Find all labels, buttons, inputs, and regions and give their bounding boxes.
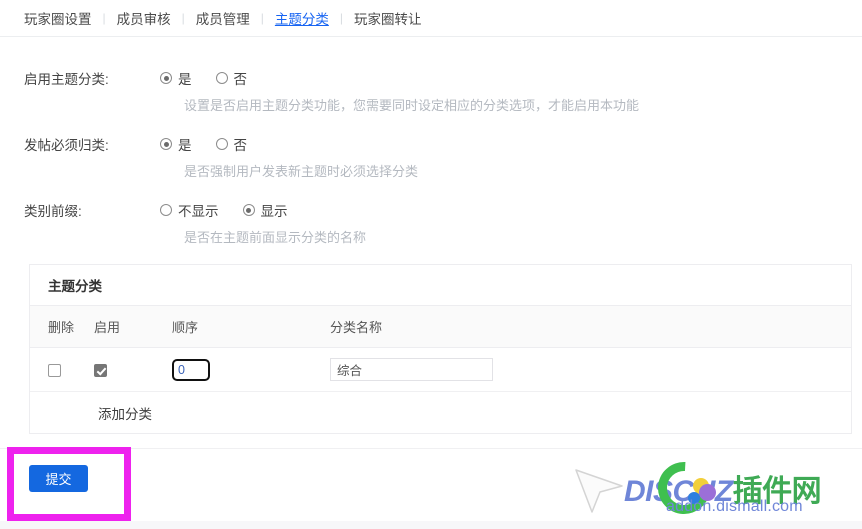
form-row-category-prefix: 类别前缀: 不显示 显示 是否在主题前面显示分类的名称 <box>0 185 862 251</box>
radio-enable-category-no[interactable]: 否 <box>215 68 248 88</box>
cell-name <box>330 358 851 381</box>
order-input[interactable] <box>172 358 210 381</box>
radio-prefix-hide[interactable]: 不显示 <box>160 200 219 220</box>
radio-icon <box>215 138 228 150</box>
radio-prefix-show[interactable]: 显示 <box>242 200 288 220</box>
add-category-link[interactable]: 添加分类 <box>98 403 152 423</box>
label-enable-category: 启用主题分类: <box>24 72 109 87</box>
footer-bottom-strip <box>0 521 862 529</box>
category-name-input[interactable] <box>330 358 493 381</box>
hint-enable-category: 设置是否启用主题分类功能，您需要同时设定相应的分类选项，才能启用本功能 <box>184 98 640 113</box>
footer-bar <box>0 448 862 521</box>
radio-require-category-yes[interactable]: 是 <box>160 134 192 154</box>
radio-require-category-no[interactable]: 否 <box>215 134 248 154</box>
table-row <box>30 348 851 392</box>
hint-require-category: 是否强制用户发表新主题时必须选择分类 <box>184 164 419 179</box>
column-header-name: 分类名称 <box>330 320 383 335</box>
cell-order <box>172 358 330 381</box>
tab-transfer[interactable]: 玩家圈转让 <box>354 8 422 28</box>
tab-member-review[interactable]: 成员审核 <box>117 8 171 28</box>
radio-label: 是 <box>178 72 192 87</box>
tab-bar: 玩家圈设置 | 成员审核 | 成员管理 | 主题分类 | 玩家圈转让 <box>0 0 862 37</box>
category-panel: 主题分类 删除 启用 顺序 分类名称 添加分类 <box>29 264 852 434</box>
hint-category-prefix: 是否在主题前面显示分类的名称 <box>184 230 367 245</box>
tab-separator: | <box>102 11 106 25</box>
tab-separator: | <box>260 11 264 25</box>
cell-delete <box>30 362 94 378</box>
column-header-order: 顺序 <box>172 320 199 335</box>
add-category-row: 添加分类 <box>30 392 851 434</box>
tab-separator: | <box>339 11 343 25</box>
tab-member-manage[interactable]: 成员管理 <box>196 8 250 28</box>
tab-topic-category[interactable]: 主题分类 <box>275 8 329 28</box>
column-header-delete: 删除 <box>48 320 75 335</box>
radio-icon <box>242 204 255 216</box>
form-row-require-category: 发帖必须归类: 是 否 是否强制用户发表新主题时必须选择分类 <box>0 119 862 185</box>
radio-label: 显示 <box>260 204 288 219</box>
radio-label: 是 <box>178 138 192 153</box>
table-header-row: 删除 启用 顺序 分类名称 <box>30 306 851 348</box>
radio-label: 否 <box>233 72 248 87</box>
tab-separator: | <box>181 11 185 25</box>
label-category-prefix: 类别前缀: <box>24 204 82 219</box>
radio-icon <box>160 138 172 150</box>
settings-form: 启用主题分类: 是 否 设置是否启用主题分类功能，您需要同时设定相应的分类选项，… <box>0 37 862 251</box>
column-header-enable: 启用 <box>94 320 121 335</box>
radio-label: 否 <box>233 138 248 153</box>
radio-icon <box>160 204 172 216</box>
radio-icon <box>215 72 228 84</box>
enable-checkbox[interactable] <box>94 364 107 378</box>
delete-checkbox[interactable] <box>48 364 61 378</box>
panel-title: 主题分类 <box>30 265 851 306</box>
tab-settings[interactable]: 玩家圈设置 <box>24 8 92 28</box>
radio-icon <box>160 72 172 84</box>
label-require-category: 发帖必须归类: <box>24 138 109 153</box>
radio-label: 不显示 <box>178 204 219 219</box>
radio-enable-category-yes[interactable]: 是 <box>160 68 192 88</box>
submit-button[interactable]: 提交 <box>29 465 88 492</box>
cell-enable <box>94 362 172 378</box>
form-row-enable-category: 启用主题分类: 是 否 设置是否启用主题分类功能，您需要同时设定相应的分类选项，… <box>0 37 862 119</box>
